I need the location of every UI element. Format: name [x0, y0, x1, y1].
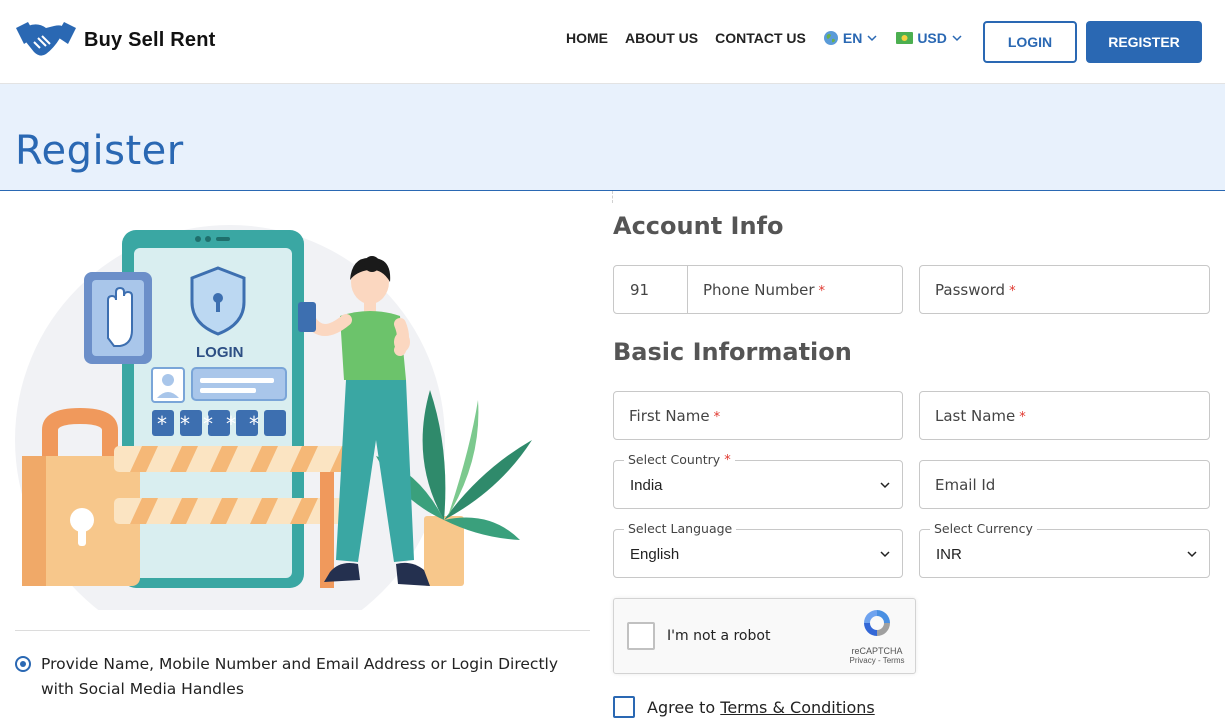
- login-button[interactable]: LOGIN: [983, 21, 1077, 63]
- nav-home[interactable]: HOME: [566, 30, 608, 46]
- money-icon: [896, 32, 914, 44]
- chevron-down-icon: [1187, 551, 1197, 558]
- register-illustration: LOGIN *****: [15, 225, 532, 610]
- plant-pot: [424, 516, 464, 586]
- country-code[interactable]: 91: [614, 266, 688, 313]
- svg-text:*****: *****: [157, 412, 272, 436]
- currency-select-label: Select Currency: [930, 521, 1037, 536]
- phone-placeholder: Phone Number *: [703, 281, 825, 299]
- country-select-value: India: [630, 477, 663, 494]
- chevron-down-icon: [952, 35, 962, 42]
- recaptcha-widget: I'm not a robot reCAPTCHA Privacy - Term…: [613, 598, 916, 674]
- currency-select-value: INR: [936, 546, 962, 563]
- screen-login-label: LOGIN: [196, 344, 244, 361]
- last-name-placeholder: Last Name *: [935, 407, 1026, 425]
- password-field[interactable]: Password *: [919, 265, 1210, 314]
- language-select-label: Select Language: [624, 521, 737, 536]
- last-name-field[interactable]: Last Name *: [919, 391, 1210, 440]
- language-select[interactable]: Select Language English: [613, 521, 903, 578]
- page-banner: Register: [0, 84, 1225, 191]
- terms-agreement: Agree to Terms & Conditions: [613, 696, 875, 718]
- password-placeholder: Password *: [935, 281, 1016, 299]
- chevron-down-icon: [880, 551, 890, 558]
- column-separator: [612, 191, 613, 203]
- chevron-down-icon: [880, 482, 890, 489]
- language-value: EN: [842, 30, 863, 46]
- basic-information-title: Basic Information: [613, 338, 852, 366]
- chevron-down-icon: [867, 35, 877, 42]
- nav-contact-us[interactable]: CONTACT US: [715, 30, 806, 46]
- terms-label: Agree to Terms & Conditions: [647, 697, 875, 717]
- country-select[interactable]: Select Country * India: [613, 452, 903, 509]
- page-title: Register: [15, 128, 184, 174]
- site-header: Buy Sell Rent HOME ABOUT US CONTACT US E…: [0, 0, 1225, 84]
- recaptcha-logo: reCAPTCHA Privacy - Terms: [847, 607, 907, 665]
- info-bullet: Provide Name, Mobile Number and Email Ad…: [15, 652, 585, 702]
- left-divider: [15, 630, 590, 631]
- terms-link[interactable]: Terms & Conditions: [720, 698, 874, 717]
- recaptcha-label: I'm not a robot: [667, 628, 771, 644]
- bullet-icon: [15, 656, 31, 672]
- language-select-value: English: [630, 546, 680, 563]
- language-selector[interactable]: EN: [823, 30, 878, 46]
- currency-select[interactable]: Select Currency INR: [919, 521, 1210, 578]
- handshake-icon: [16, 22, 76, 56]
- first-name-field[interactable]: First Name *: [613, 391, 903, 440]
- recaptcha-links[interactable]: Privacy - Terms: [847, 656, 907, 665]
- currency-selector[interactable]: USD: [896, 30, 963, 46]
- recaptcha-icon: [864, 610, 890, 636]
- info-text: Provide Name, Mobile Number and Email Ad…: [41, 655, 559, 698]
- currency-value: USD: [917, 30, 947, 46]
- nav-about-us[interactable]: ABOUT US: [625, 30, 698, 46]
- brand-logo[interactable]: Buy Sell Rent: [14, 18, 216, 62]
- email-field[interactable]: Email Id: [919, 460, 1210, 509]
- brand-name: Buy Sell Rent: [84, 28, 216, 51]
- phone-field[interactable]: 91 Phone Number *: [613, 265, 903, 314]
- first-name-placeholder: First Name *: [629, 407, 721, 425]
- recaptcha-checkbox[interactable]: [627, 622, 655, 650]
- main-nav: HOME ABOUT US CONTACT US EN USD: [566, 30, 981, 46]
- register-button[interactable]: REGISTER: [1086, 21, 1202, 63]
- terms-checkbox[interactable]: [613, 696, 635, 718]
- password-boxes: *****: [152, 410, 286, 436]
- recaptcha-brand: reCAPTCHA: [851, 646, 903, 656]
- globe-icon: [823, 31, 838, 45]
- account-info-title: Account Info: [613, 212, 784, 240]
- email-placeholder: Email Id: [935, 476, 996, 494]
- country-select-label: Select Country *: [624, 452, 735, 468]
